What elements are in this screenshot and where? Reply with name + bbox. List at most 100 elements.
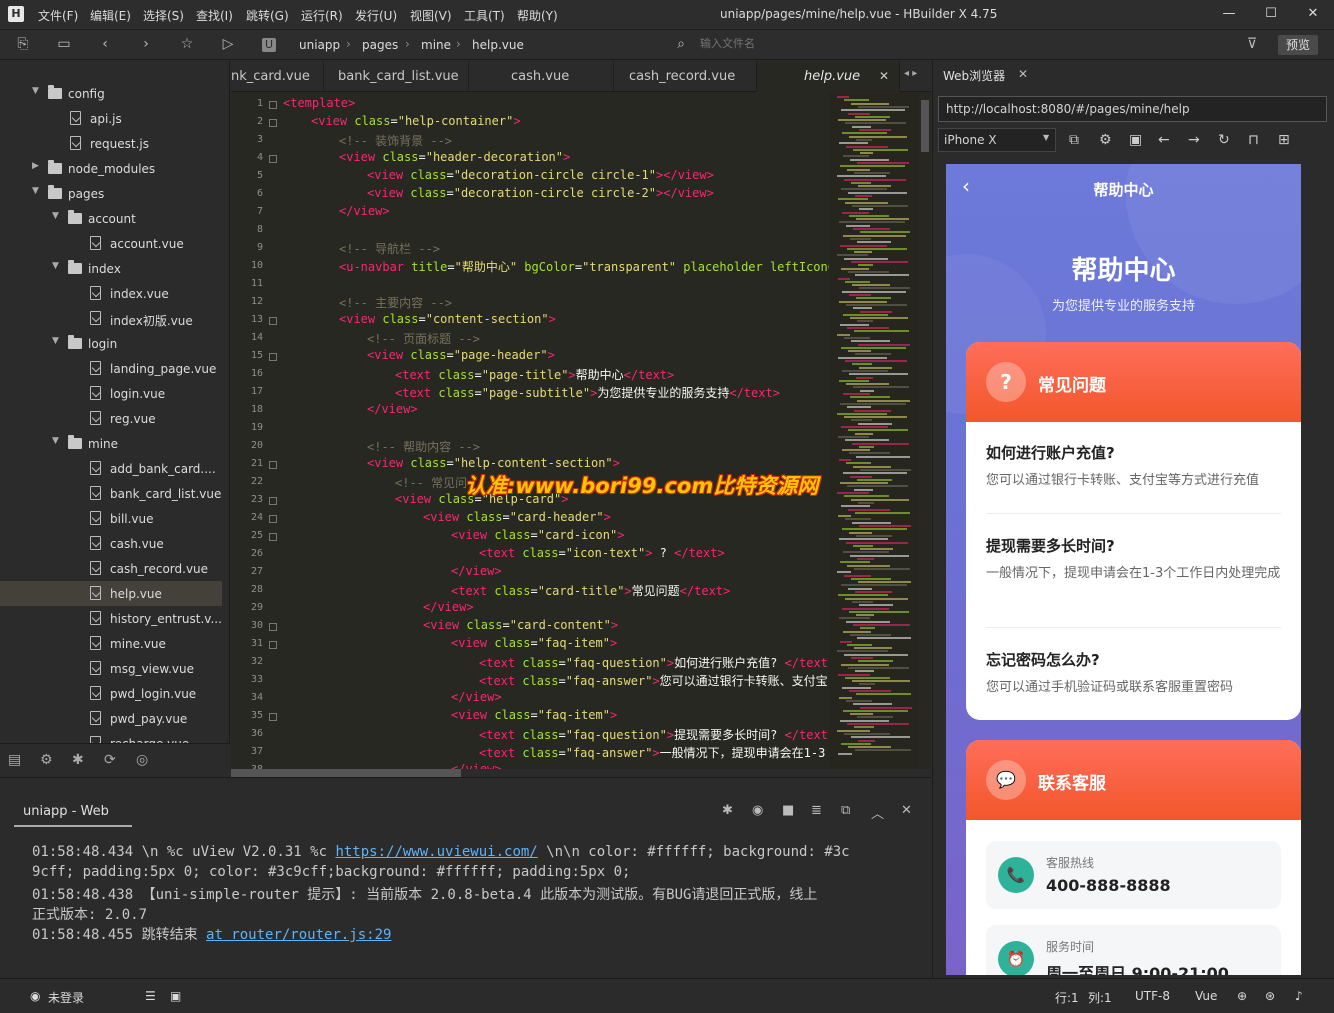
code-line[interactable]: <text class="faq-answer">一般情况下，提现申请会在1-3 — [479, 744, 825, 761]
fold-toggle-icon[interactable] — [269, 353, 277, 361]
close-browser-tab-icon[interactable]: ✕ — [1018, 67, 1028, 81]
tree-folder[interactable]: ▶ node_modules — [0, 156, 222, 181]
tree-file[interactable]: pwd_pay.vue — [0, 706, 222, 731]
tree-file[interactable]: index初版.vue — [0, 306, 222, 331]
tree-file[interactable]: api.js — [0, 106, 222, 131]
tab-help[interactable]: help.vue ✕ — [757, 61, 900, 92]
tree-folder[interactable]: ▼ config — [0, 81, 222, 106]
refresh-icon[interactable]: ↻ — [1218, 132, 1230, 148]
code-line[interactable]: <view class="faq-item"> — [451, 636, 617, 650]
code-line[interactable]: <text class="faq-question">如何进行账户充值? </t… — [479, 654, 828, 671]
git-icon[interactable]: ⟳ — [104, 752, 116, 768]
terminal-icon[interactable]: ▣ — [170, 989, 181, 1003]
bell-icon[interactable]: ♪ — [1295, 989, 1303, 1003]
encoding-indicator[interactable]: UTF-8 — [1135, 989, 1170, 1003]
code-line[interactable]: <view class="help-container"> — [311, 114, 521, 128]
stop-icon[interactable]: ■ — [782, 803, 794, 818]
code-line[interactable]: </view> — [451, 690, 502, 704]
code-line[interactable]: <!-- 主要内容 --> — [339, 294, 452, 311]
line-indicator[interactable]: 行:1 — [1055, 989, 1079, 1006]
tree-file[interactable]: cash_record.vue — [0, 556, 222, 581]
fold-toggle-icon[interactable] — [269, 317, 277, 325]
code-line[interactable]: <view class="page-header"> — [367, 348, 555, 362]
code-line[interactable]: <view class="decoration-circle circle-1"… — [367, 168, 714, 182]
service-time-item[interactable]: ⏰ 服务时间 周一至周日 9:00-21:00 — [986, 925, 1281, 975]
clear-icon[interactable]: ✕ — [901, 803, 912, 818]
settings-icon[interactable]: ⚙ — [1099, 132, 1112, 148]
code-line[interactable]: <text class="page-title">帮助中心</text> — [395, 366, 674, 383]
project-tab-icon[interactable]: ▤ — [8, 752, 21, 768]
code-line[interactable]: </view> — [423, 600, 474, 614]
code-line[interactable]: <text class="faq-question">提现需要多长时间? </t… — [479, 726, 828, 743]
breadcrumb-mine[interactable]: mine — [421, 38, 451, 52]
code-line[interactable]: <!-- 帮助内容 --> — [367, 438, 480, 455]
fold-toggle-icon[interactable] — [269, 101, 277, 109]
fold-toggle-icon[interactable] — [269, 119, 277, 127]
tree-file[interactable]: request.js — [0, 131, 222, 156]
tree-file[interactable]: reg.vue — [0, 406, 222, 431]
code-line[interactable]: <view class="card-header"> — [423, 510, 611, 524]
fold-toggle-icon[interactable] — [269, 533, 277, 541]
filter-icon[interactable]: ≣ — [811, 803, 822, 818]
qrcode-icon[interactable]: ⊞ — [1278, 132, 1290, 148]
maximize-button[interactable]: ☐ — [1256, 4, 1286, 24]
chevron-down-icon[interactable]: ▼ — [52, 261, 59, 271]
language-indicator[interactable]: Vue — [1195, 989, 1217, 1003]
close-tab-icon[interactable]: ✕ — [879, 69, 889, 83]
code-line[interactable]: </view> — [451, 564, 502, 578]
chevron-down-icon[interactable]: ▼ — [52, 436, 59, 446]
menu-file[interactable]: 文件(F) — [38, 7, 78, 24]
run-icon[interactable]: ◉ — [752, 803, 763, 818]
download-icon[interactable]: ⊛ — [1265, 989, 1275, 1003]
chevron-down-icon[interactable]: ▼ — [52, 336, 59, 346]
code-line[interactable]: <text class="page-subtitle">为您提供专业的服务支持<… — [395, 384, 780, 401]
console-icon[interactable]: ▣ — [1129, 132, 1142, 148]
tree-folder[interactable]: ▼ mine — [0, 431, 222, 456]
run-icon[interactable]: ▷ — [219, 36, 237, 52]
close-button[interactable]: ✕ — [1298, 4, 1328, 24]
vertical-scrollbar[interactable] — [921, 92, 929, 776]
url-input[interactable]: http://localhost:8080/#/pages/mine/help — [938, 96, 1327, 122]
tree-file[interactable]: help.vue — [0, 581, 222, 606]
preview-button[interactable]: 预览 — [1278, 35, 1318, 55]
menu-help[interactable]: 帮助(Y) — [517, 7, 558, 24]
code-line[interactable]: <!-- 页面标题 --> — [367, 330, 480, 347]
tree-file[interactable]: cash.vue — [0, 531, 222, 556]
filter-icon[interactable]: ⊽ — [1243, 36, 1261, 52]
fold-toggle-icon[interactable] — [269, 515, 277, 523]
tree-folder[interactable]: ▼ index — [0, 256, 222, 281]
chevron-down-icon[interactable]: ▼ — [1043, 133, 1049, 142]
scroll-thumb[interactable] — [921, 100, 929, 152]
tree-file[interactable]: history_entrust.v... — [0, 606, 222, 631]
tree-file[interactable]: bank_card_list.vue — [0, 481, 222, 506]
browser-tab[interactable]: Web浏览器 — [943, 67, 1005, 84]
bug-icon[interactable]: ✱ — [722, 803, 733, 818]
console-tab[interactable]: uniapp - Web — [23, 804, 109, 819]
tree-file[interactable]: landing_page.vue — [0, 356, 222, 381]
tab-cash-record[interactable]: cash_record.vue — [614, 61, 757, 92]
tree-file[interactable]: add_bank_card.... — [0, 456, 222, 481]
tree-file[interactable]: mine.vue — [0, 631, 222, 656]
code-line[interactable]: <text class="faq-answer">您可以通过银行卡转账、支付宝 — [479, 672, 828, 689]
fold-toggle-icon[interactable] — [269, 713, 277, 721]
menu-goto[interactable]: 跳转(G) — [246, 7, 289, 24]
star-icon[interactable]: ☆ — [178, 36, 196, 52]
fold-toggle-icon[interactable] — [269, 623, 277, 631]
tree-file[interactable]: bill.vue — [0, 506, 222, 531]
tree-file[interactable]: recharge.vue — [0, 731, 222, 743]
user-icon[interactable]: ◉ — [30, 989, 40, 1003]
tab-cash[interactable]: cash.vue — [469, 61, 614, 92]
new-file-icon[interactable]: ⎘ — [14, 36, 32, 52]
hotline-item[interactable]: 📞 客服热线 400-888-8888 — [986, 841, 1281, 909]
faq-question[interactable]: 提现需要多长时间? — [986, 535, 1115, 556]
menu-publish[interactable]: 发行(U) — [355, 7, 397, 24]
code-line[interactable]: <view class="header-decoration"> — [339, 150, 570, 164]
code-line[interactable]: <text class="card-title">常见问题</text> — [451, 582, 730, 599]
column-indicator[interactable]: 列:1 — [1088, 989, 1112, 1006]
breadcrumb-uniapp[interactable]: uniapp — [299, 38, 340, 52]
code-line[interactable]: <!-- 常见问 — [395, 474, 467, 491]
device-select[interactable]: iPhone X — [938, 128, 1056, 152]
tree-file[interactable]: login.vue — [0, 381, 222, 406]
scroll-thumb[interactable] — [231, 769, 461, 777]
menu-tools[interactable]: 工具(T) — [464, 7, 505, 24]
